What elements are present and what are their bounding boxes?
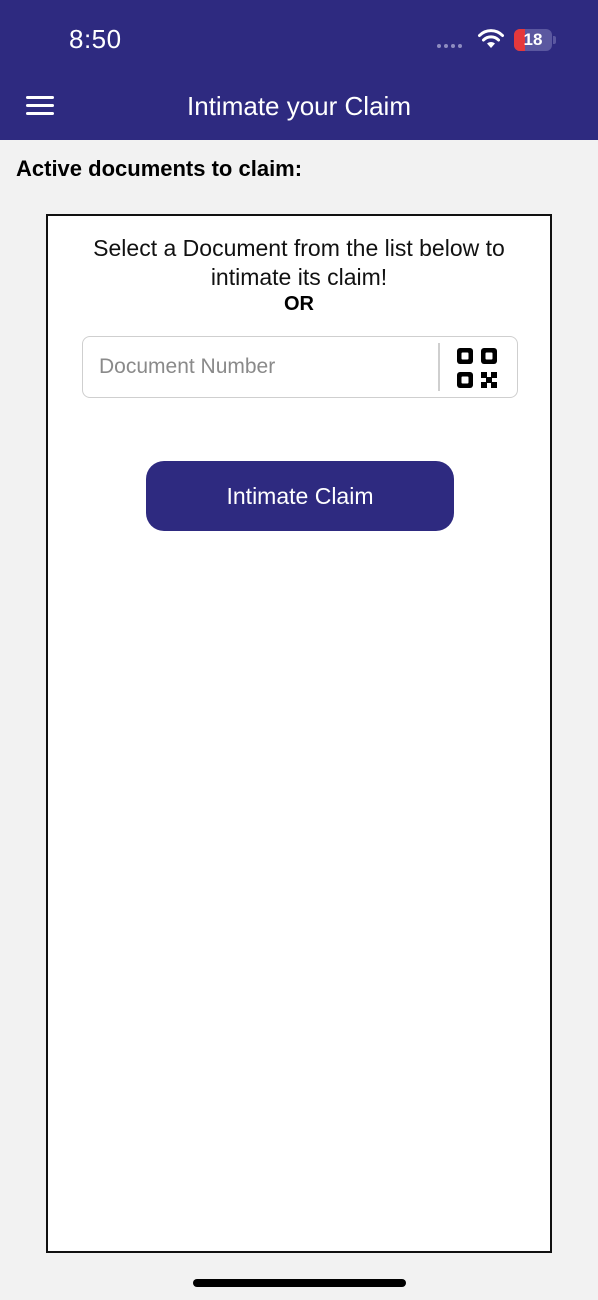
document-number-input[interactable]	[99, 351, 429, 383]
app-header: 8:50 18 Intimate your Claim	[0, 0, 598, 140]
wifi-icon	[478, 29, 504, 48]
battery-icon: 18	[514, 29, 556, 51]
battery-level: 18	[523, 30, 543, 49]
home-indicator	[193, 1279, 406, 1287]
section-heading: Active documents to claim:	[16, 156, 303, 181]
or-separator: OR	[284, 293, 314, 315]
claim-card: Select a Document from the list below to…	[46, 214, 552, 1253]
qr-code-icon[interactable]	[456, 347, 498, 389]
instruction-text: Select a Document from the list below to…	[93, 235, 505, 290]
page-title: Intimate your Claim	[187, 91, 411, 121]
cellular-signal-icon	[437, 44, 462, 48]
field-divider	[438, 343, 440, 391]
document-number-field	[82, 336, 518, 398]
intimate-claim-button[interactable]: Intimate Claim	[146, 461, 454, 531]
status-time: 8:50	[69, 24, 122, 54]
